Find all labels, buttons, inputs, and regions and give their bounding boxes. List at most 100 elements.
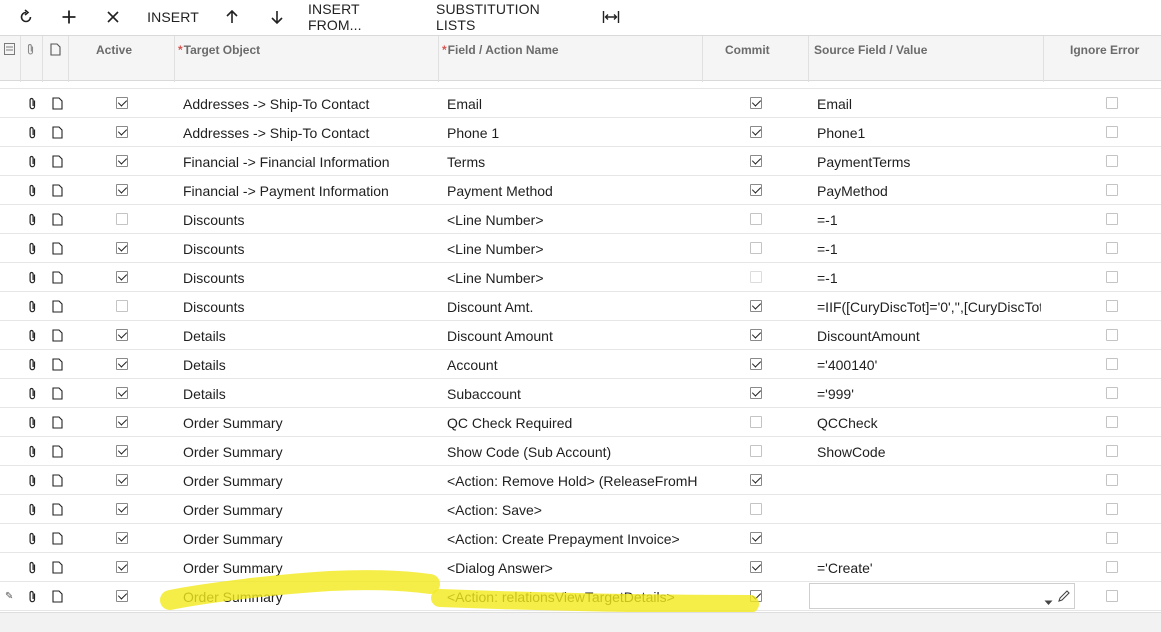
table-row[interactable]: Discounts <Line Number> =-1 [0,205,1161,234]
field-action-cell[interactable]: Discount Amount [447,321,699,350]
target-object-cell[interactable]: Details [183,350,438,379]
field-action-cell[interactable]: QC Check Required [447,408,699,437]
ignore-error-checkbox[interactable] [1106,242,1118,254]
paperclip-icon[interactable] [27,234,39,263]
ignore-error-checkbox[interactable] [1106,155,1118,167]
active-checkbox[interactable] [116,590,128,602]
source-field-cell[interactable]: Email [817,89,1041,118]
table-row[interactable]: Order Summary <Action: Create Prepayment … [0,524,1161,553]
field-action-cell[interactable]: Terms [447,147,699,176]
target-object-cell[interactable]: Addresses -> Ship-To Contact [183,118,438,147]
active-checkbox[interactable] [116,387,128,399]
active-checkbox[interactable] [116,329,128,341]
note-icon[interactable] [52,408,64,437]
commit-checkbox[interactable] [750,532,762,544]
source-field-cell[interactable] [817,466,1041,495]
commit-checkbox[interactable] [750,503,762,515]
column-header-commit[interactable]: Commit [725,36,785,82]
active-checkbox[interactable] [116,155,128,167]
target-object-cell[interactable]: Order Summary [183,582,438,611]
source-field-cell[interactable]: =-1 [817,205,1041,234]
source-field-cell[interactable] [817,495,1041,524]
ignore-error-checkbox[interactable] [1106,358,1118,370]
fit-columns-button[interactable] [598,0,624,34]
commit-checkbox[interactable] [750,97,762,109]
source-field-editor[interactable] [809,583,1075,609]
source-field-cell[interactable]: DiscountAmount [817,321,1041,350]
column-header-ignore-error[interactable]: Ignore Error [1070,36,1158,82]
column-header-target-object[interactable]: * Target Object [178,36,438,82]
source-field-cell[interactable]: ='400140' [817,350,1041,379]
active-checkbox[interactable] [116,97,128,109]
chevron-down-icon[interactable] [1044,593,1053,611]
field-action-cell[interactable]: <Action: Create Prepayment Invoice> [447,524,699,553]
note-icon[interactable] [52,524,64,553]
table-row[interactable]: Order Summary <Action: Remove Hold> (Rele… [0,466,1161,495]
ignore-error-checkbox[interactable] [1106,474,1118,486]
pencil-icon[interactable] [1057,589,1071,608]
move-up-button[interactable] [220,0,244,34]
source-field-cell[interactable]: ='Create' [817,553,1041,582]
paperclip-icon[interactable] [27,89,39,118]
ignore-error-checkbox[interactable] [1106,213,1118,225]
target-object-cell[interactable]: Order Summary [183,408,438,437]
target-object-cell[interactable]: Order Summary [183,553,438,582]
target-object-cell[interactable]: Financial -> Financial Information [183,147,438,176]
field-action-cell[interactable]: Show Code (Sub Account) [447,437,699,466]
commit-checkbox[interactable] [750,416,762,428]
paperclip-icon[interactable] [27,292,39,321]
field-action-cell[interactable]: <Line Number> [447,234,699,263]
target-object-cell[interactable]: Addresses -> Ship-To Contact [183,89,438,118]
note-icon[interactable] [52,553,64,582]
column-header-field-action[interactable]: * Field / Action Name [442,36,700,82]
table-row[interactable]: Order Summary <Action: Save> [0,495,1161,524]
paperclip-icon[interactable] [27,466,39,495]
active-checkbox[interactable] [116,242,128,254]
add-row-button[interactable] [56,0,82,34]
paperclip-icon[interactable] [27,118,39,147]
note-icon[interactable] [52,147,64,176]
source-field-cell[interactable]: =-1 [817,234,1041,263]
active-checkbox[interactable] [116,474,128,486]
commit-checkbox[interactable] [750,184,762,196]
table-row[interactable]: ✎ Order Summary <Action: relationsViewTarg… [0,582,1161,611]
commit-checkbox[interactable] [750,242,762,254]
move-down-button[interactable] [265,0,289,34]
target-object-cell[interactable]: Discounts [183,234,438,263]
active-checkbox[interactable] [116,126,128,138]
target-object-cell[interactable]: Order Summary [183,466,438,495]
active-checkbox[interactable] [116,300,128,312]
paperclip-icon[interactable] [27,205,39,234]
commit-checkbox[interactable] [750,300,762,312]
note-icon[interactable] [52,263,64,292]
commit-checkbox[interactable] [750,474,762,486]
active-checkbox[interactable] [116,358,128,370]
ignore-error-checkbox[interactable] [1106,561,1118,573]
commit-checkbox[interactable] [750,213,762,225]
source-field-cell[interactable]: QCCheck [817,408,1041,437]
field-action-cell[interactable]: Account [447,350,699,379]
paperclip-icon[interactable] [27,263,39,292]
note-icon[interactable] [52,118,64,147]
target-object-cell[interactable]: Discounts [183,292,438,321]
field-action-cell[interactable]: Email [447,89,699,118]
source-field-cell[interactable]: =IIF([CuryDiscTot]='0','',[CuryDiscTot]) [817,292,1041,321]
table-row[interactable]: Order Summary <Dialog Answer> ='Create' [0,553,1161,582]
table-row[interactable]: Order Summary QC Check Required QCCheck [0,408,1161,437]
commit-checkbox[interactable] [750,271,762,283]
table-row[interactable]: Discounts <Line Number> =-1 [0,263,1161,292]
commit-checkbox[interactable] [750,155,762,167]
insert-from-button[interactable]: INSERT FROM... [308,0,416,34]
target-object-cell[interactable]: Discounts [183,205,438,234]
commit-checkbox[interactable] [750,358,762,370]
paperclip-icon[interactable] [27,495,39,524]
ignore-error-checkbox[interactable] [1106,97,1118,109]
note-icon[interactable] [52,582,64,611]
paperclip-icon[interactable] [27,524,39,553]
column-header-active[interactable]: Active [96,36,176,82]
target-object-cell[interactable]: Discounts [183,263,438,292]
target-object-cell[interactable]: Details [183,379,438,408]
active-checkbox[interactable] [116,213,128,225]
paperclip-icon[interactable] [27,582,39,611]
field-action-cell[interactable]: Subaccount [447,379,699,408]
